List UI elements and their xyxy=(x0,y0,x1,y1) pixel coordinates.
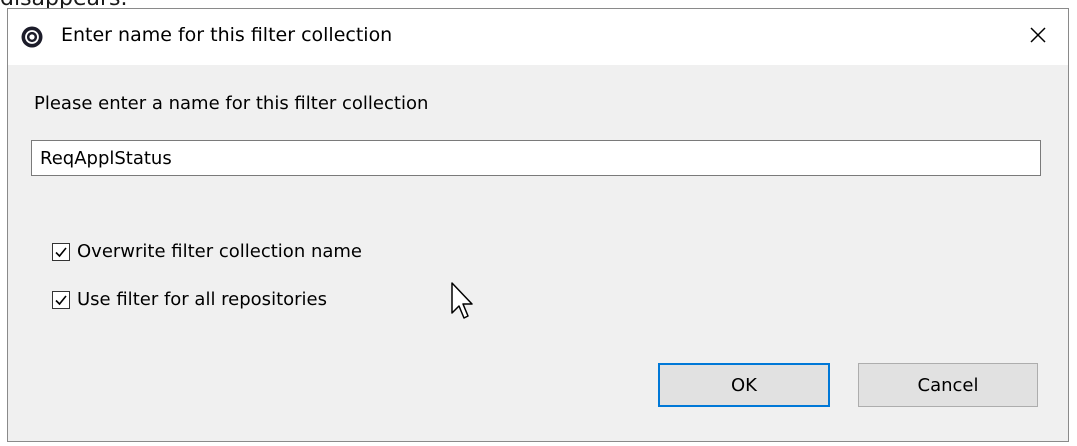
collection-name-input[interactable] xyxy=(31,140,1041,176)
name-prompt-label: Please enter a name for this filter coll… xyxy=(34,93,429,114)
mouse-pointer-icon xyxy=(450,281,476,323)
all-repositories-checkbox[interactable] xyxy=(52,290,70,309)
checkmark-icon xyxy=(55,294,67,305)
overwrite-name-option[interactable]: Overwrite filter collection name xyxy=(52,241,362,262)
overwrite-name-label: Overwrite filter collection name xyxy=(77,241,362,262)
ok-button[interactable]: OK xyxy=(658,363,830,407)
cancel-button[interactable]: Cancel xyxy=(858,363,1038,407)
overwrite-name-checkbox[interactable] xyxy=(52,242,70,261)
all-repositories-option[interactable]: Use filter for all repositories xyxy=(52,289,327,310)
filter-collection-dialog: Enter name for this filter collection Pl… xyxy=(7,8,1069,442)
checkmark-icon xyxy=(55,246,67,257)
close-icon xyxy=(1029,26,1047,48)
dialog-title: Enter name for this filter collection xyxy=(61,24,393,46)
app-logo-icon xyxy=(21,26,43,48)
close-button[interactable] xyxy=(1008,9,1068,65)
all-repositories-label: Use filter for all repositories xyxy=(77,289,327,310)
dialog-titlebar: Enter name for this filter collection xyxy=(8,9,1068,65)
